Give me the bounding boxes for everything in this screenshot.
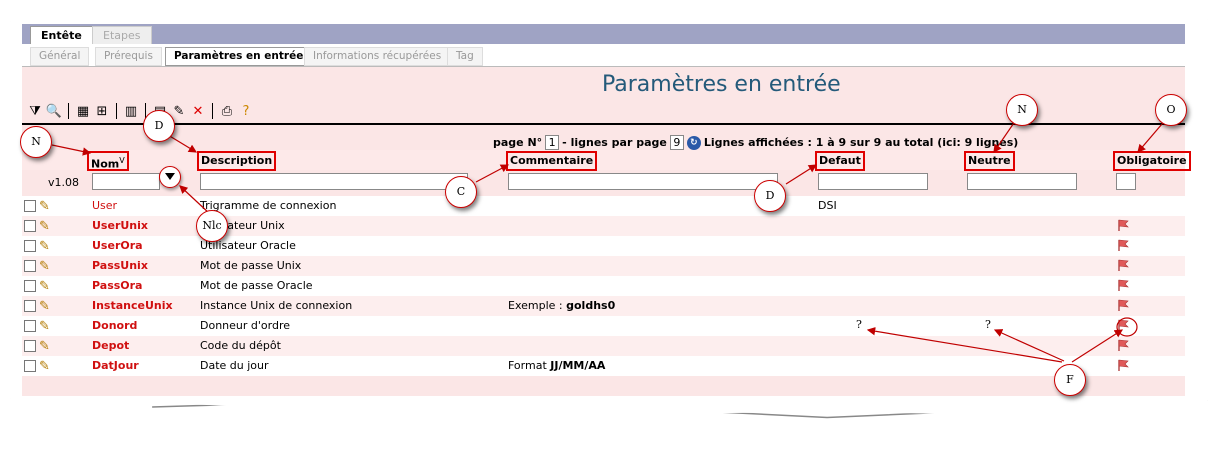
annotation-question: ? bbox=[985, 318, 991, 331]
annotation-nlc: Nlc bbox=[196, 210, 228, 242]
annotation-d: D bbox=[143, 110, 175, 142]
annotation-question: ? bbox=[856, 318, 862, 331]
annotation-o: O bbox=[1155, 94, 1187, 126]
annotation-n: N bbox=[1006, 94, 1038, 126]
annotation-n: N bbox=[20, 126, 52, 158]
annotation-f: F bbox=[1054, 364, 1086, 396]
annotation-arrows bbox=[51, 116, 1169, 363]
annotation-c: C bbox=[445, 176, 477, 208]
annotation-d: D bbox=[754, 180, 786, 212]
